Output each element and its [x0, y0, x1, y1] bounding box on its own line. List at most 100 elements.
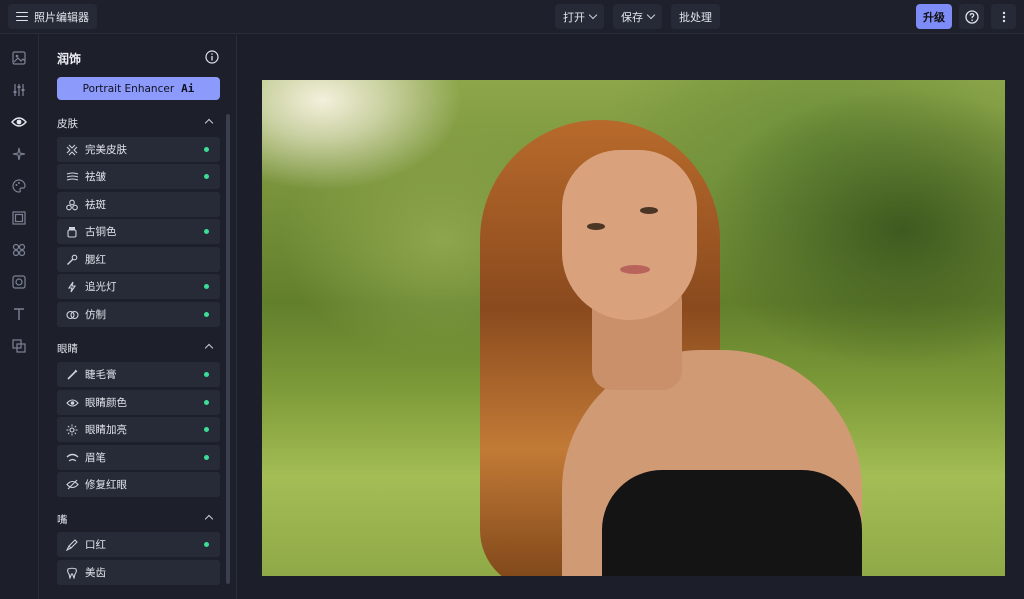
- chevron-down-icon: [588, 10, 598, 20]
- tool-item-eye-color[interactable]: 眼睛颜色: [57, 390, 220, 415]
- save-menu-button[interactable]: 保存: [613, 4, 662, 29]
- tool-item-label: 美齿: [85, 567, 106, 579]
- chevron-up-icon: [204, 118, 214, 128]
- help-icon: [964, 9, 979, 24]
- section-header-skin[interactable]: 皮肤: [57, 116, 215, 130]
- tool-item-label: 古铜色: [85, 226, 117, 238]
- chevron-down-icon: [646, 10, 656, 20]
- tool-item-spotlight[interactable]: 追光灯: [57, 274, 220, 299]
- lipstick-icon: [65, 538, 79, 552]
- red-eye-icon: [65, 478, 79, 492]
- photo-lips-shape: [620, 265, 650, 274]
- bronze-jar-icon: [65, 225, 79, 239]
- active-dot: [204, 147, 209, 152]
- effects-sparkle-icon[interactable]: [11, 146, 27, 162]
- adjust-sliders-icon[interactable]: [11, 82, 27, 98]
- batch-button[interactable]: 批处理: [671, 4, 720, 29]
- tool-item-red-eye[interactable]: 修复红眼: [57, 472, 220, 497]
- tool-rail: [0, 35, 39, 599]
- texture-icon[interactable]: [11, 274, 27, 290]
- tool-item-teeth[interactable]: 美齿: [57, 560, 220, 585]
- enhancer-label: Portrait Enhancer: [82, 82, 175, 95]
- tool-item-wrinkle[interactable]: 祛皱: [57, 164, 220, 189]
- photo-dress-shape: [602, 470, 862, 576]
- blemish-icon: [65, 198, 79, 212]
- photo-face-shape: [562, 150, 697, 320]
- tool-item-label: 追光灯: [85, 281, 117, 293]
- overlay-icon[interactable]: [11, 338, 27, 354]
- eye-retouch-icon[interactable]: [11, 114, 27, 130]
- active-dot: [204, 400, 209, 405]
- chevron-up-icon: [204, 514, 214, 524]
- ai-badge: Ai: [181, 82, 195, 95]
- help-button[interactable]: [959, 4, 984, 29]
- section-title: 皮肤: [57, 118, 78, 130]
- batch-label: 批处理: [679, 10, 712, 24]
- tooth-icon: [65, 566, 79, 580]
- text-icon[interactable]: [11, 306, 27, 322]
- tool-item-label: 完美皮肤: [85, 144, 127, 156]
- image-tool-icon[interactable]: [11, 50, 27, 66]
- open-label: 打开: [563, 10, 585, 24]
- tool-item-lipstick[interactable]: 口红: [57, 532, 220, 557]
- photo-eye-shape: [640, 207, 658, 214]
- eye-brighten-icon: [65, 423, 79, 437]
- tool-item-label: 仿制: [85, 309, 106, 321]
- eyebrow-icon: [65, 451, 79, 465]
- active-dot: [204, 372, 209, 377]
- retouch-panel: 润饰 Portrait Enhancer Ai 皮肤 完美皮肤 祛皱 祛斑 古铜…: [40, 35, 237, 599]
- palette-icon[interactable]: [11, 178, 27, 194]
- section-title: 眼睛: [57, 343, 78, 355]
- tool-item-label: 修复红眼: [85, 479, 127, 491]
- active-dot: [204, 542, 209, 547]
- photo-eye-shape: [587, 223, 605, 230]
- active-dot: [204, 174, 209, 179]
- eye-color-icon: [65, 396, 79, 410]
- tool-item-label: 睫毛膏: [85, 369, 117, 381]
- tool-item-label: 祛斑: [85, 199, 106, 211]
- tool-item-blemish[interactable]: 祛斑: [57, 192, 220, 217]
- active-dot: [204, 427, 209, 432]
- tool-item-label: 祛皱: [85, 171, 106, 183]
- more-options-button[interactable]: [991, 4, 1016, 29]
- blush-brush-icon: [65, 253, 79, 267]
- tool-item-mascara[interactable]: 睫毛膏: [57, 362, 220, 387]
- mascara-icon: [65, 368, 79, 382]
- section-header-eyes[interactable]: 眼睛: [57, 341, 215, 355]
- portrait-enhancer-button[interactable]: Portrait Enhancer Ai: [57, 77, 220, 100]
- tool-item-clone[interactable]: 仿制: [57, 302, 220, 327]
- tool-item-eyebrow[interactable]: 眉笔: [57, 445, 220, 470]
- tool-item-label: 口红: [85, 539, 106, 551]
- tool-item-label: 眼睛颜色: [85, 397, 127, 409]
- app-menu-button[interactable]: 照片编辑器: [8, 4, 97, 29]
- tool-item-blush[interactable]: 腮红: [57, 247, 220, 272]
- chevron-up-icon: [204, 343, 214, 353]
- clone-icon: [65, 308, 79, 322]
- panel-title: 润饰: [57, 52, 82, 66]
- app-title: 照片编辑器: [34, 10, 89, 24]
- tool-item-label: 腮红: [85, 254, 106, 266]
- section-title: 嘴: [57, 514, 68, 526]
- skin-smooth-icon: [65, 143, 79, 157]
- active-dot: [204, 229, 209, 234]
- section-header-mouth[interactable]: 嘴: [57, 512, 215, 526]
- lightning-icon: [65, 280, 79, 294]
- info-icon[interactable]: [205, 49, 219, 68]
- more-vertical-icon: [1002, 11, 1005, 22]
- active-dot: [204, 455, 209, 460]
- panel-scrollbar[interactable]: [226, 114, 230, 584]
- tool-item-bronze[interactable]: 古铜色: [57, 219, 220, 244]
- open-menu-button[interactable]: 打开: [555, 4, 604, 29]
- tool-item-eye-brighten[interactable]: 眼睛加亮: [57, 417, 220, 442]
- tool-item-perfect-skin[interactable]: 完美皮肤: [57, 137, 220, 162]
- top-bar: 照片编辑器 打开 保存 批处理 升级: [0, 0, 1024, 34]
- elements-icon[interactable]: [11, 242, 27, 258]
- hamburger-icon: [16, 11, 28, 22]
- portrait-photo[interactable]: [262, 80, 1005, 576]
- wrinkle-icon: [65, 170, 79, 184]
- tool-item-label: 眉笔: [85, 452, 106, 464]
- active-dot: [204, 284, 209, 289]
- active-dot: [204, 312, 209, 317]
- upgrade-button[interactable]: 升级: [916, 4, 952, 29]
- frame-icon[interactable]: [11, 210, 27, 226]
